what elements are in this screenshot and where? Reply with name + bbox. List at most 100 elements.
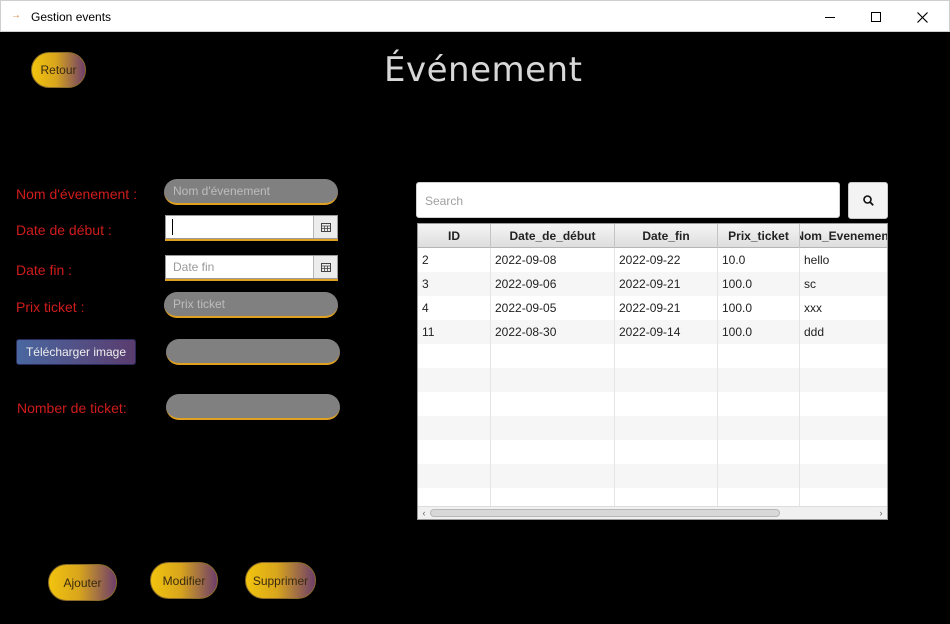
minimize-icon <box>825 16 835 18</box>
table-cell: 100.0 <box>718 272 800 296</box>
search-input[interactable]: Search <box>416 182 840 218</box>
table-cell: 10.0 <box>718 248 800 272</box>
end-date-picker[interactable]: Date fin <box>165 255 338 279</box>
column-header[interactable]: ID <box>418 224 491 248</box>
maximize-button[interactable] <box>853 1 899 33</box>
scrollbar-thumb[interactable] <box>430 509 780 517</box>
table-cell: 2 <box>418 248 491 272</box>
events-table[interactable]: ID Date_de_début Date_fin Prix_ticket Nom_Ev… <box>417 223 888 520</box>
calendar-icon[interactable] <box>313 216 337 238</box>
table-cell: 2022-08-30 <box>491 320 615 344</box>
table-cell: sc <box>800 272 887 296</box>
table-cell <box>615 440 718 464</box>
table-cell <box>491 416 615 440</box>
search-icon <box>862 195 874 206</box>
event-name-label: Nom d'évenement : <box>16 186 137 202</box>
table-cell <box>615 368 718 392</box>
ticket-price-label: Prix ticket : <box>16 299 85 315</box>
table-row[interactable]: 2 2022-09-08 2022-09-22 10.0 hello <box>418 248 887 272</box>
close-button[interactable] <box>899 1 945 33</box>
table-row[interactable] <box>418 368 887 392</box>
search-placeholder: Search <box>425 194 464 208</box>
ticket-price-input[interactable]: Prix ticket <box>164 292 338 318</box>
window-title: Gestion events <box>31 10 112 24</box>
table-cell <box>615 392 718 416</box>
table-row[interactable]: 3 2022-09-06 2022-09-21 100.0 sc <box>418 272 887 296</box>
table-row[interactable] <box>418 440 887 464</box>
scroll-left-icon[interactable]: ‹ <box>418 507 430 519</box>
table-row[interactable]: 11 2022-08-30 2022-09-14 100.0 ddd <box>418 320 887 344</box>
add-button[interactable]: Ajouter <box>48 564 117 601</box>
window-titlebar: → Gestion events <box>0 0 950 32</box>
table-cell: 3 <box>418 272 491 296</box>
start-date-underline <box>165 239 338 241</box>
table-cell: 11 <box>418 320 491 344</box>
table-row[interactable] <box>418 392 887 416</box>
table-header: ID Date_de_début Date_fin Prix_ticket Nom_Ev… <box>418 224 887 248</box>
table-cell <box>615 464 718 488</box>
table-cell <box>800 392 887 416</box>
table-cell <box>718 368 800 392</box>
table-cell: 4 <box>418 296 491 320</box>
table-cell <box>718 440 800 464</box>
table-cell <box>418 368 491 392</box>
scroll-right-icon[interactable]: › <box>875 507 887 519</box>
main-content: Retour Événement Nom d'évenement : Nom d… <box>1 32 945 624</box>
delete-button[interactable]: Supprimer <box>245 562 316 599</box>
horizontal-scrollbar[interactable]: ‹ › <box>418 506 887 519</box>
table-cell <box>418 440 491 464</box>
table-row[interactable] <box>418 344 887 368</box>
table-cell <box>800 344 887 368</box>
table-cell <box>615 344 718 368</box>
upload-image-button[interactable]: Télécharger image <box>16 339 136 365</box>
column-header[interactable]: Prix_ticket <box>718 224 800 248</box>
ticket-count-input[interactable] <box>166 394 340 420</box>
table-cell: 100.0 <box>718 320 800 344</box>
calendar-icon[interactable] <box>313 256 337 278</box>
table-cell <box>615 416 718 440</box>
table-cell <box>418 416 491 440</box>
table-cell <box>800 368 887 392</box>
column-header[interactable]: Date_de_début <box>491 224 615 248</box>
end-date-placeholder: Date fin <box>173 260 215 274</box>
table-cell <box>491 440 615 464</box>
back-button[interactable]: Retour <box>31 52 86 88</box>
table-cell <box>491 464 615 488</box>
text-caret <box>172 219 173 235</box>
table-row[interactable] <box>418 464 887 488</box>
table-cell: 2022-09-21 <box>615 272 718 296</box>
table-cell <box>718 464 800 488</box>
event-name-input[interactable]: Nom d'évenement <box>164 179 338 205</box>
table-cell <box>800 464 887 488</box>
table-cell <box>718 392 800 416</box>
table-cell: ddd <box>800 320 887 344</box>
table-cell: 2022-09-14 <box>615 320 718 344</box>
page-title: Événement <box>384 50 583 90</box>
table-cell <box>491 392 615 416</box>
table-cell <box>491 344 615 368</box>
app-icon: → <box>11 10 21 21</box>
table-row[interactable] <box>418 416 887 440</box>
search-button[interactable] <box>848 182 888 219</box>
table-cell: 2022-09-21 <box>615 296 718 320</box>
end-date-label: Date fin : <box>16 262 73 278</box>
end-date-underline <box>165 279 338 281</box>
start-date-picker[interactable] <box>165 215 338 239</box>
table-body: 2 2022-09-08 2022-09-22 10.0 hello 3 2022-09-0… <box>418 248 887 512</box>
column-header[interactable]: Date_fin <box>615 224 718 248</box>
edit-button[interactable]: Modifier <box>150 562 218 599</box>
image-path-field[interactable] <box>166 339 340 365</box>
table-cell <box>718 416 800 440</box>
column-header[interactable]: Nom_Evenement <box>800 224 887 248</box>
table-cell <box>418 464 491 488</box>
table-cell: 100.0 <box>718 296 800 320</box>
table-cell: 2022-09-22 <box>615 248 718 272</box>
minimize-button[interactable] <box>807 1 853 33</box>
close-icon <box>916 11 928 23</box>
start-date-label: Date de début : <box>16 222 112 238</box>
table-cell: hello <box>800 248 887 272</box>
table-row[interactable]: 4 2022-09-05 2022-09-21 100.0 xxx <box>418 296 887 320</box>
table-cell <box>418 392 491 416</box>
table-cell <box>491 368 615 392</box>
table-cell: 2022-09-05 <box>491 296 615 320</box>
